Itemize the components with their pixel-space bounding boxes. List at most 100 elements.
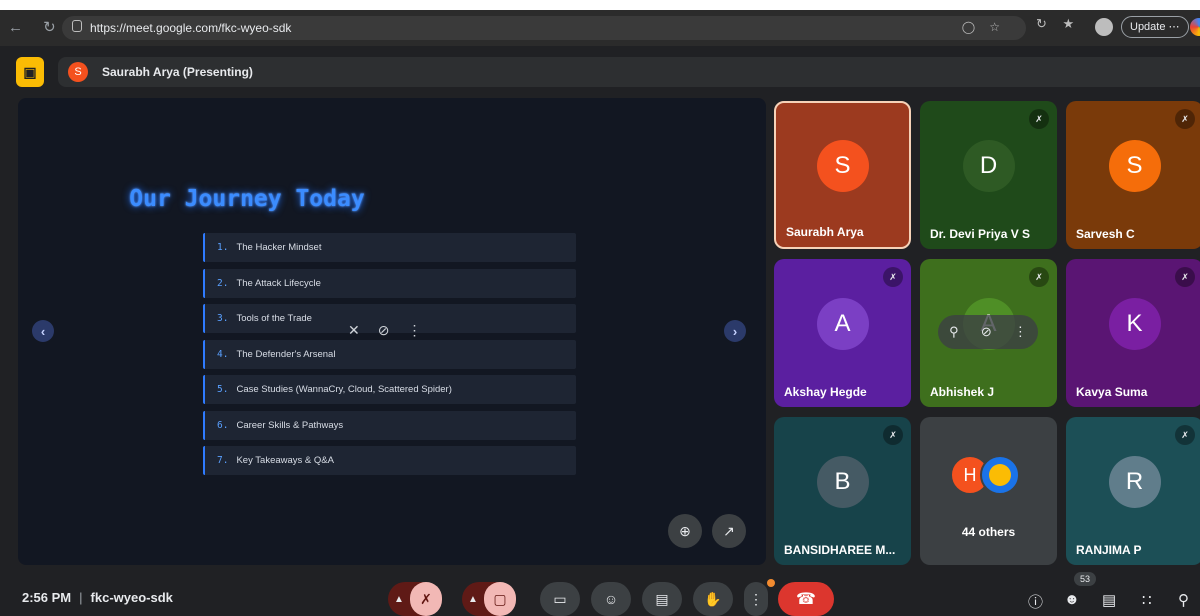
participant-tile[interactable]: ✗ A Akshay Hegde [774, 259, 911, 407]
mic-off-icon: ✗ [420, 590, 432, 607]
meeting-code: fkc-wyeo-sdk [90, 590, 173, 605]
participant-avatar: B [816, 456, 869, 509]
others-label: 44 others [961, 525, 1016, 539]
participant-name: Dr. Devi Priya V S [930, 227, 1031, 241]
captions-icon: ▤ [655, 590, 669, 607]
hand-icon: ✋ [704, 590, 722, 607]
agenda-text: The Hacker Mindset [236, 242, 322, 253]
unpin-icon[interactable]: ✕ [348, 322, 360, 339]
chat-icon[interactable]: ▤ [1102, 591, 1116, 609]
zoom-button[interactable]: ⊕ [668, 514, 702, 548]
back-icon[interactable]: ← [8, 19, 23, 36]
audio-options-icon[interactable]: ▲ [388, 594, 410, 605]
mic-off-icon: ✗ [1175, 267, 1195, 287]
presentation-tile-controls: ✕ ⊘ ⋮ [348, 322, 421, 339]
raise-hand-button[interactable]: ✋ [693, 582, 733, 616]
chevron-left-icon: ‹ [40, 323, 46, 339]
end-call-icon: ☎ [796, 591, 816, 608]
participant-name: Saurabh Arya [786, 225, 864, 239]
next-slide-button[interactable]: › [724, 320, 746, 342]
pin-icon[interactable]: ⚲ [949, 324, 959, 340]
video-options-icon[interactable]: ▲ [462, 594, 484, 605]
notification-dot [767, 579, 775, 587]
browser-logo-icon[interactable] [1190, 18, 1200, 36]
mic-off-icon: ✗ [883, 267, 903, 287]
fullscreen-button[interactable]: ↗ [712, 514, 746, 548]
copilot-icon[interactable]: ↻ [1036, 16, 1047, 31]
participant-tile[interactable]: ✗ D Dr. Devi Priya V S [920, 101, 1057, 249]
camera-control: ▲ ▢ [462, 582, 516, 616]
meeting-details-icon[interactable]: ⓘ [1028, 591, 1043, 612]
presentation-toggle-button[interactable]: ▣ [16, 57, 44, 87]
agenda-item: 7. Key Takeaways & Q&A [203, 446, 576, 475]
presenting-label: Saurabh Arya (Presenting) [102, 65, 253, 79]
captions-button[interactable]: ▤ [642, 582, 682, 616]
zoom-icon: ⊕ [679, 522, 691, 539]
participant-name: Abhishek J [930, 385, 995, 399]
participant-tile[interactable]: ✗ R RANJIMA P [1066, 417, 1200, 565]
leave-call-button[interactable]: ☎ [778, 582, 834, 616]
star-icon[interactable]: ☆ [989, 20, 1014, 34]
tile-hover-controls: ⚲ ⊘ ⋮ [938, 315, 1038, 349]
camera-off-button[interactable]: ▢ [484, 582, 516, 616]
people-icon[interactable]: ☻ [1064, 591, 1080, 608]
mic-off-icon: ✗ [1029, 267, 1049, 287]
present-screen-icon: ▣ [23, 63, 37, 80]
profile-avatar[interactable] [1095, 18, 1113, 36]
activities-icon[interactable]: ∷ [1142, 591, 1152, 609]
agenda-text: The Defender's Arsenal [236, 348, 336, 360]
mic-off-icon: ✗ [1029, 109, 1049, 129]
others-avatars: H [950, 455, 1030, 495]
present-button[interactable]: ▭ [540, 582, 580, 616]
participant-name: Sarvesh C [1076, 227, 1135, 241]
meeting-info-separator: | [79, 590, 83, 605]
present-icon: ▭ [553, 590, 567, 607]
agenda-text: Career Skills & Pathways [236, 419, 344, 431]
participant-tile[interactable]: ✗ S Sarvesh C [1066, 101, 1200, 249]
mic-off-icon: ✗ [1175, 425, 1195, 445]
presentation-stage: Our Journey Today 1. The Hacker Mindset 2… [18, 98, 766, 565]
agenda-text: The Attack Lifecycle [236, 277, 321, 289]
microphone-icon[interactable]: ◯ [962, 20, 989, 34]
presenting-banner: S Saurabh Arya (Presenting) [58, 57, 1200, 87]
participant-tile[interactable]: ✗ K Kavya Suma [1066, 259, 1200, 407]
mute-tile-icon[interactable]: ⊘ [378, 322, 390, 339]
agenda-number: 3. [217, 313, 229, 324]
previous-slide-button[interactable]: ‹ [32, 320, 54, 342]
address-bar[interactable]: https://meet.google.com/fkc-wyeo-sdk ◯☆ [62, 16, 1026, 40]
microphone-off-button[interactable]: ✗ [410, 582, 442, 616]
mic-off-icon: ✗ [1175, 109, 1195, 129]
participant-name: Akshay Hegde [784, 385, 867, 399]
presenter-avatar: S [68, 62, 88, 82]
address-actions: ◯☆ [962, 20, 1014, 34]
more-options-icon[interactable]: ⋮ [407, 322, 421, 339]
mute-participant-icon[interactable]: ⊘ [981, 324, 992, 340]
reload-icon[interactable]: ↻ [43, 19, 56, 36]
reactions-button[interactable]: ☺ [591, 582, 631, 616]
more-options-button[interactable]: ⋮ [744, 582, 768, 616]
participant-tile[interactable]: ✗ A ⚲ ⊘ ⋮ Abhishek J [920, 259, 1057, 407]
people-count-badge: 53 [1074, 572, 1096, 586]
more-options-icon[interactable]: ⋮ [1014, 324, 1027, 340]
update-button[interactable]: Update ⋯ [1121, 16, 1189, 38]
more-vert-icon: ⋮ [749, 590, 763, 607]
participant-name: Kavya Suma [1076, 385, 1148, 399]
agenda-number: 1. [217, 242, 229, 253]
agenda-number: 5. [217, 384, 229, 395]
agenda-list: 1. The Hacker Mindset 2. The Attack Lifecy… [203, 233, 576, 482]
lock-icon[interactable] [72, 20, 82, 32]
others-tile[interactable]: H 44 others [920, 417, 1057, 565]
url-text[interactable]: https://meet.google.com/fkc-wyeo-sdk [90, 21, 291, 35]
agenda-number: 7. [217, 455, 229, 466]
participant-tile[interactable]: S Saurabh Arya [774, 101, 911, 249]
participant-tile[interactable]: ✗ B BANSIDHAREE M... [774, 417, 911, 565]
host-controls-icon[interactable]: ⚲ [1178, 591, 1189, 609]
agenda-number: 4. [217, 348, 229, 360]
others-avatar-image [980, 455, 1020, 495]
agenda-text: Tools of the Trade [236, 313, 312, 324]
meeting-time: 2:56 PM [22, 590, 72, 605]
mic-off-icon: ✗ [883, 425, 903, 445]
favorites-icon[interactable]: ★ [1063, 16, 1075, 31]
toolbar-icons: ↻ ★ [1036, 16, 1086, 32]
participant-avatar: A [816, 298, 869, 351]
